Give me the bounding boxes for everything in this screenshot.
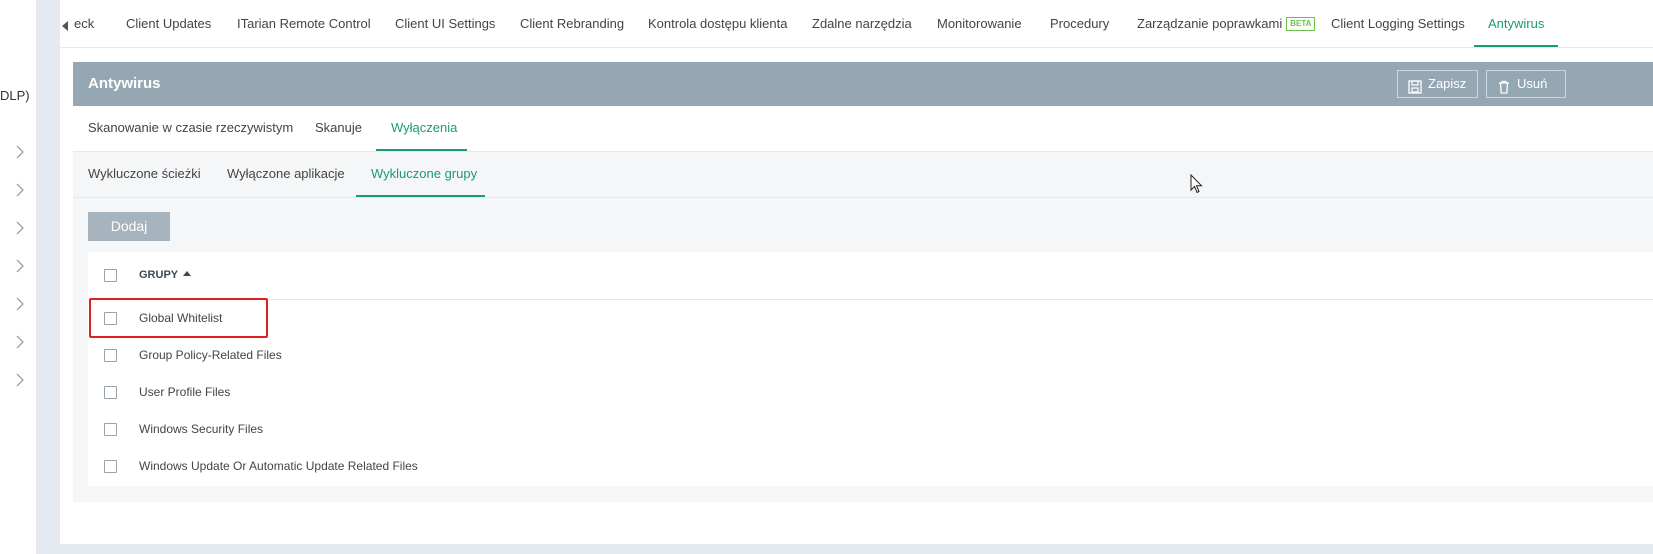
save-label: Zapisz (1428, 76, 1467, 91)
save-button[interactable]: Zapisz (1397, 70, 1478, 98)
tab-client-updates[interactable]: Client Updates (126, 0, 211, 48)
tab-excluded-paths[interactable]: Wykluczone ścieżki (88, 152, 201, 196)
chevron-right-icon[interactable] (16, 335, 26, 349)
beta-badge: BETA (1286, 17, 1316, 31)
tab-exclusions[interactable]: Wyłączenia (391, 106, 457, 150)
table-row[interactable]: Windows Update Or Automatic Update Relat… (88, 448, 1653, 485)
main-content: eck Client Updates ITarian Remote Contro… (60, 0, 1653, 544)
tab-client-ui-settings[interactable]: Client UI Settings (395, 0, 495, 48)
tab-excluded-groups[interactable]: Wykluczone grupy (371, 152, 477, 196)
chevron-right-icon[interactable] (16, 145, 26, 159)
row-checkbox[interactable] (104, 349, 117, 362)
row-checkbox[interactable] (104, 312, 117, 325)
chevron-right-icon[interactable] (16, 183, 26, 197)
add-button[interactable]: Dodaj (88, 212, 170, 241)
sidebar-item-label[interactable]: DLP) (0, 88, 30, 103)
mouse-cursor-icon (1190, 173, 1204, 194)
select-all-checkbox[interactable] (104, 269, 117, 282)
table-row[interactable]: User Profile Files (88, 374, 1653, 411)
excluded-groups-table: GRUPY Global Whitelist Group Policy-Rela… (88, 252, 1653, 486)
delete-label: Usuń (1517, 76, 1548, 91)
row-checkbox[interactable] (104, 423, 117, 436)
active-tab-indicator (376, 149, 467, 151)
active-tab-indicator (356, 195, 485, 197)
table-header: GRUPY (88, 252, 1653, 300)
group-name: Group Policy-Related Files (139, 348, 282, 362)
column-header-groups[interactable]: GRUPY (139, 252, 192, 298)
tab-client-rebranding[interactable]: Client Rebranding (520, 0, 624, 48)
panel-title: Antywirus (88, 75, 161, 92)
tab-remote-tools[interactable]: Zdalne narzędzia (812, 0, 912, 48)
trash-icon (1497, 77, 1511, 94)
active-tab-indicator (1474, 45, 1558, 47)
tab-excluded-apps[interactable]: Wyłączone aplikacje (227, 152, 345, 196)
group-name: Windows Update Or Automatic Update Relat… (139, 459, 418, 473)
antivirus-subtabs: Skanowanie w czasie rzeczywistym Skanuje… (73, 106, 1653, 152)
group-name: User Profile Files (139, 385, 231, 399)
tab-patch-management[interactable]: Zarządzanie poprawkami BETA (1137, 0, 1316, 48)
left-sidebar: DLP) (0, 0, 36, 554)
tab-label: Zarządzanie poprawkami (1137, 16, 1283, 31)
column-header-label: GRUPY (139, 269, 179, 281)
profile-tab-bar: eck Client Updates ITarian Remote Contro… (60, 0, 1653, 48)
tab-scans[interactable]: Skanuje (315, 106, 362, 150)
tab-antivirus[interactable]: Antywirus (1488, 0, 1544, 48)
save-icon (1408, 77, 1422, 94)
tab-check[interactable]: eck (74, 0, 94, 48)
tab-monitoring[interactable]: Monitorowanie (937, 0, 1022, 48)
tab-realtime-scan[interactable]: Skanowanie w czasie rzeczywistym (88, 106, 293, 150)
table-row[interactable]: Group Policy-Related Files (88, 337, 1653, 374)
group-name: Global Whitelist (139, 311, 223, 325)
row-checkbox[interactable] (104, 386, 117, 399)
exclusion-subtabs: Wykluczone ścieżki Wyłączone aplikacje W… (73, 152, 1653, 198)
sort-ascending-icon (183, 271, 192, 276)
tab-client-logging-settings[interactable]: Client Logging Settings (1331, 0, 1465, 48)
scroll-left-icon[interactable] (62, 18, 70, 31)
antivirus-panel: Antywirus Zapisz Usuń Skanowanie w czasi… (73, 62, 1653, 502)
chevron-right-icon[interactable] (16, 221, 26, 235)
chevron-right-icon[interactable] (16, 297, 26, 311)
panel-header: Antywirus Zapisz Usuń (73, 62, 1653, 106)
tab-remote-control[interactable]: ITarian Remote Control (237, 0, 371, 48)
tab-procedures[interactable]: Procedury (1050, 0, 1109, 48)
table-row[interactable]: Windows Security Files (88, 411, 1653, 448)
group-name: Windows Security Files (139, 422, 264, 436)
chevron-right-icon[interactable] (16, 373, 26, 387)
row-checkbox[interactable] (104, 460, 117, 473)
tab-client-access-control[interactable]: Kontrola dostępu klienta (648, 0, 787, 48)
table-row[interactable]: Global Whitelist (88, 300, 1653, 337)
chevron-right-icon[interactable] (16, 259, 26, 273)
delete-button[interactable]: Usuń (1486, 70, 1566, 98)
